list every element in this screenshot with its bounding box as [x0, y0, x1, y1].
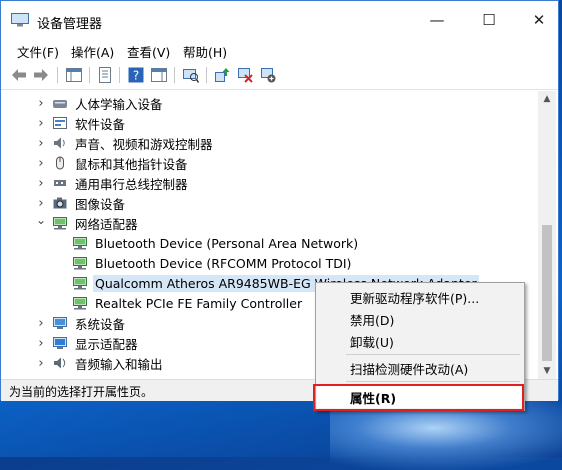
hid-icon — [53, 100, 67, 108]
expand-chevron-icon[interactable]: › — [36, 356, 46, 371]
forward-arrow-icon — [34, 69, 48, 81]
tree-category-item[interactable]: 网络适配器 — [52, 213, 140, 233]
mouse-icon — [56, 156, 64, 170]
title-bar[interactable]: 设备管理器 — ☐ ✕ — [1, 1, 558, 39]
maximize-button[interactable]: ☐ — [478, 9, 500, 31]
tree-item-label: 音频输入和输出 — [75, 356, 163, 372]
tree-category-item[interactable]: 图像设备 — [52, 193, 127, 213]
system-device-icon — [53, 317, 67, 329]
tree-category-item[interactable]: 声音、视频和游戏控制器 — [52, 133, 215, 153]
uninstall-toolbar-button[interactable] — [236, 66, 254, 84]
expand-chevron-icon[interactable]: › — [36, 336, 46, 351]
help-toolbar-button[interactable]: ? — [127, 66, 145, 84]
scan-hardware-menu-item[interactable]: 扫描检测硬件改动(A) — [317, 357, 523, 379]
expand-chevron-icon[interactable]: › — [36, 316, 46, 331]
console-tree-icon — [66, 68, 82, 82]
tree-item-label: 声音、视频和游戏控制器 — [75, 136, 213, 152]
disable-device-icon — [261, 68, 276, 83]
tree-item-label: Realtek PCIe FE Family Controller — [95, 295, 303, 311]
expand-chevron-icon[interactable]: › — [36, 176, 46, 191]
update-driver-menu-item[interactable]: 更新驱动程序软件(P)... — [317, 286, 523, 308]
action-pane-icon — [151, 68, 167, 82]
disable-toolbar-button[interactable] — [259, 66, 277, 84]
expand-chevron-icon[interactable]: › — [36, 96, 46, 111]
tree-category-item[interactable]: 软件设备 — [52, 113, 127, 133]
tree-item-label: 通用串行总线控制器 — [75, 176, 188, 192]
back-button[interactable] — [10, 66, 28, 84]
menu-file[interactable]: 文件(F) — [17, 42, 59, 61]
tree-category-item[interactable]: 音频输入和输出 — [52, 353, 165, 373]
tree-category-item[interactable]: 人体学输入设备 — [52, 93, 165, 113]
uninstall-menu-item[interactable]: 卸载(U) — [317, 330, 523, 352]
tree-category-item[interactable]: 系统设备 — [52, 313, 127, 333]
status-text: 为当前的选择打开属性页。 — [9, 385, 154, 399]
uninstall-device-icon — [238, 68, 253, 83]
network-adapter-icon — [73, 277, 87, 290]
tree-device-item[interactable]: Bluetooth Device (RFCOMM Protocol TDI) — [72, 253, 353, 273]
tree-item-label: 系统设备 — [75, 316, 126, 332]
tree-category-item[interactable]: 显示适配器 — [52, 333, 140, 353]
tree-item-label: 软件设备 — [75, 116, 126, 132]
expand-chevron-icon[interactable]: › — [36, 136, 46, 151]
tree-device-item[interactable]: Realtek PCIe FE Family Controller — [72, 293, 304, 313]
expand-chevron-icon[interactable]: › — [36, 116, 46, 131]
close-button[interactable]: ✕ — [528, 9, 550, 31]
menu-bar: 文件(F) 操作(A) 查看(V) 帮助(H) — [1, 39, 558, 61]
network-adapter-icon — [73, 237, 87, 250]
scroll-down-icon[interactable]: ▼ — [538, 363, 556, 379]
toolbar: ? — [1, 61, 558, 90]
network-adapter-icon — [73, 257, 87, 270]
network-adapter-icon — [73, 297, 87, 310]
tree-item-label: Bluetooth Device (Personal Area Network) — [95, 235, 359, 251]
disable-menu-item[interactable]: 禁用(D) — [317, 308, 523, 330]
display-adapter-icon — [53, 337, 67, 349]
menu-view[interactable]: 查看(V) — [127, 42, 170, 61]
scroll-up-icon[interactable]: ▲ — [538, 91, 556, 107]
minimize-button[interactable]: — — [426, 9, 448, 31]
help-icon: ? — [128, 67, 144, 83]
tree-item-label: 鼠标和其他指针设备 — [75, 156, 188, 172]
tree-item-label: Bluetooth Device (RFCOMM Protocol TDI) — [95, 255, 352, 271]
scroll-thumb[interactable] — [542, 225, 552, 361]
close-icon: ✕ — [532, 11, 546, 29]
forward-button[interactable] — [32, 66, 50, 84]
back-arrow-icon — [12, 69, 26, 81]
properties-icon — [99, 67, 111, 83]
scan-hardware-icon — [183, 69, 199, 83]
network-adapter-icon — [53, 217, 67, 230]
window-title: 设备管理器 — [37, 17, 103, 32]
properties-toolbar-button[interactable] — [96, 66, 114, 84]
expand-chevron-icon[interactable]: › — [36, 196, 46, 211]
tree-item-label: 显示适配器 — [75, 336, 138, 352]
tree-device-item[interactable]: Bluetooth Device (Personal Area Network) — [72, 233, 360, 253]
scan-hardware-button[interactable] — [182, 66, 200, 84]
tree-item-label: 网络适配器 — [75, 216, 138, 232]
tree-category-item[interactable]: 通用串行总线控制器 — [52, 173, 190, 193]
audio-io-icon — [54, 357, 66, 369]
tree-item-label: 图像设备 — [75, 196, 126, 212]
camera-icon — [53, 197, 67, 209]
collapse-chevron-icon[interactable]: ⌄ — [36, 213, 46, 227]
menu-action[interactable]: 操作(A) — [71, 42, 114, 61]
update-driver-icon — [215, 68, 230, 82]
update-driver-toolbar-button[interactable] — [213, 66, 231, 84]
usb-icon — [54, 180, 66, 186]
maximize-icon: ☐ — [482, 11, 496, 29]
software-device-icon — [53, 117, 67, 129]
action-pane-button[interactable] — [150, 66, 168, 84]
minimize-icon: — — [429, 11, 445, 29]
device-manager-icon — [11, 13, 29, 27]
vertical-scrollbar[interactable]: ▲ ▼ — [538, 91, 556, 379]
menu-help[interactable]: 帮助(H) — [183, 42, 227, 61]
tree-category-item[interactable]: 鼠标和其他指针设备 — [52, 153, 190, 173]
show-hide-tree-button[interactable] — [65, 66, 83, 84]
speaker-icon — [54, 137, 65, 149]
expand-chevron-icon[interactable]: › — [36, 156, 46, 171]
tree-item-label: 人体学输入设备 — [75, 96, 163, 112]
svg-text:?: ? — [133, 69, 139, 83]
highlight-box — [313, 384, 524, 411]
